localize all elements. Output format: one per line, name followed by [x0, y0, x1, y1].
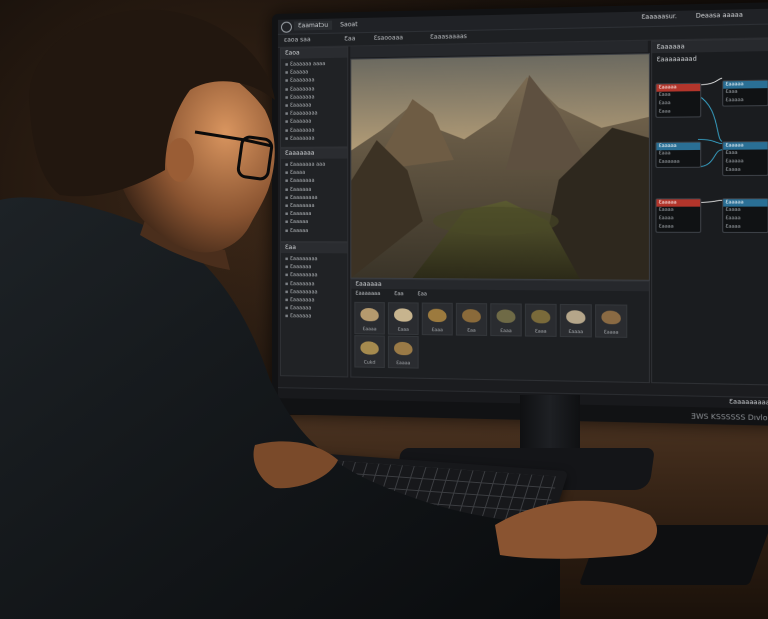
person	[0, 9, 658, 619]
hoodie	[0, 197, 560, 619]
right-hand	[495, 500, 658, 559]
scene: Ɛaamatɔu Saoat Ɛaaaaasur. Deaasa aaaaa ɛ…	[0, 0, 768, 619]
ear	[166, 138, 194, 182]
